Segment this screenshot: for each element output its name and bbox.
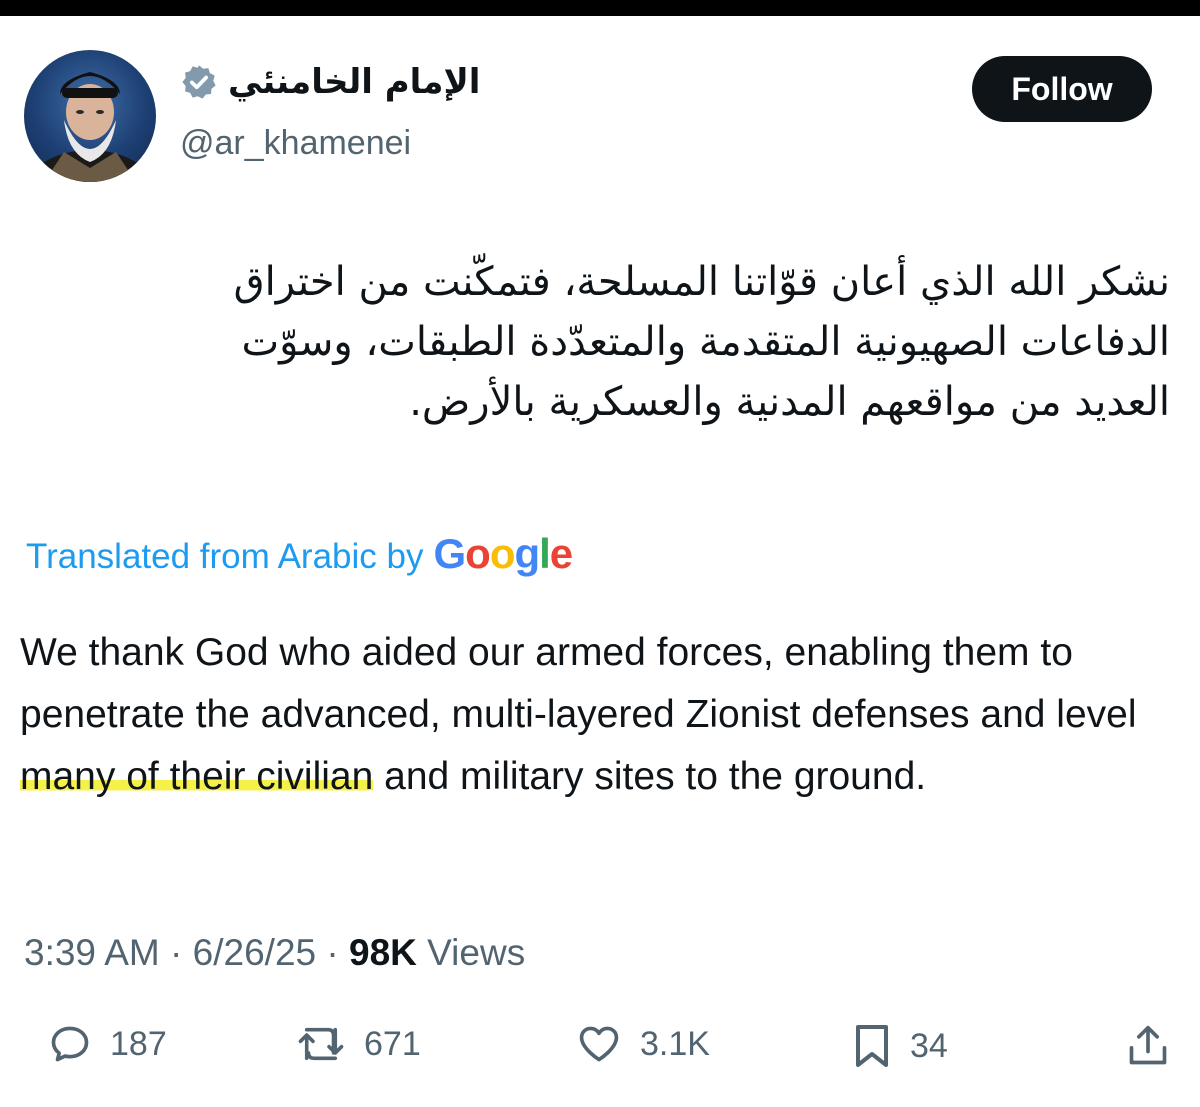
tweet-arabic-line: العديد من مواقعهم المدنية والعسكرية بالأ… xyxy=(409,379,1170,425)
follow-button[interactable]: Follow xyxy=(972,56,1152,122)
tweet-date[interactable]: 6/26/25 xyxy=(193,932,316,973)
bookmark-count: 34 xyxy=(910,1026,948,1065)
highlighted-text: many of their civilian xyxy=(20,755,374,798)
reply-icon xyxy=(51,1026,89,1062)
google-logo: Google xyxy=(433,530,573,577)
action-bar: 187 671 3.1K 34 xyxy=(0,1022,1200,1086)
reply-button[interactable]: 187 xyxy=(48,1022,167,1066)
meta-separator: · xyxy=(316,932,349,973)
tweet-meta: 3:39 AM · 6/26/25 · 98K Views xyxy=(24,932,525,974)
like-count: 3.1K xyxy=(640,1024,710,1063)
repost-icon xyxy=(298,1027,344,1061)
translated-label: Translated from Arabic by xyxy=(26,537,424,576)
repost-button[interactable]: 671 xyxy=(296,1022,421,1066)
verified-badge-icon xyxy=(182,65,216,99)
views-label: Views xyxy=(416,932,526,973)
user-handle[interactable]: @ar_khamenei xyxy=(180,124,411,163)
display-name-row[interactable]: الإمام الخامنئي xyxy=(180,62,480,102)
bookmark-icon xyxy=(856,1025,888,1067)
tweet-arabic-line: نشكر الله الذي أعان قوّاتنا المسلحة، فتم… xyxy=(233,259,1170,305)
display-name: الإمام الخامنئي xyxy=(228,62,481,102)
reply-count: 187 xyxy=(110,1024,167,1063)
tweet-translated-text: We thank God who aided our armed forces,… xyxy=(20,622,1180,808)
meta-separator: · xyxy=(159,932,193,973)
top-edge-bar xyxy=(0,0,1200,16)
tweet-time[interactable]: 3:39 AM xyxy=(24,932,160,973)
heart-icon xyxy=(579,1026,619,1062)
bookmark-button[interactable]: 34 xyxy=(852,1022,948,1070)
repost-count: 671 xyxy=(364,1024,421,1063)
translation-attribution[interactable]: Translated from Arabic by Google xyxy=(26,530,573,578)
translated-text-part: and military sites to the ground. xyxy=(373,755,927,798)
tweet-original-text: نشكر الله الذي أعان قوّاتنا المسلحة، فتم… xyxy=(20,252,1170,432)
share-icon xyxy=(1129,1025,1167,1065)
avatar[interactable] xyxy=(24,50,156,182)
tweet-arabic-line: الدفاعات الصهيونية المتقدمة والمتعدّدة ا… xyxy=(241,319,1171,365)
like-button[interactable]: 3.1K xyxy=(576,1022,710,1066)
views-count: 98K xyxy=(349,932,417,973)
translated-text-part: We thank God who aided our armed forces,… xyxy=(20,631,1137,736)
share-button[interactable] xyxy=(1126,1022,1170,1070)
